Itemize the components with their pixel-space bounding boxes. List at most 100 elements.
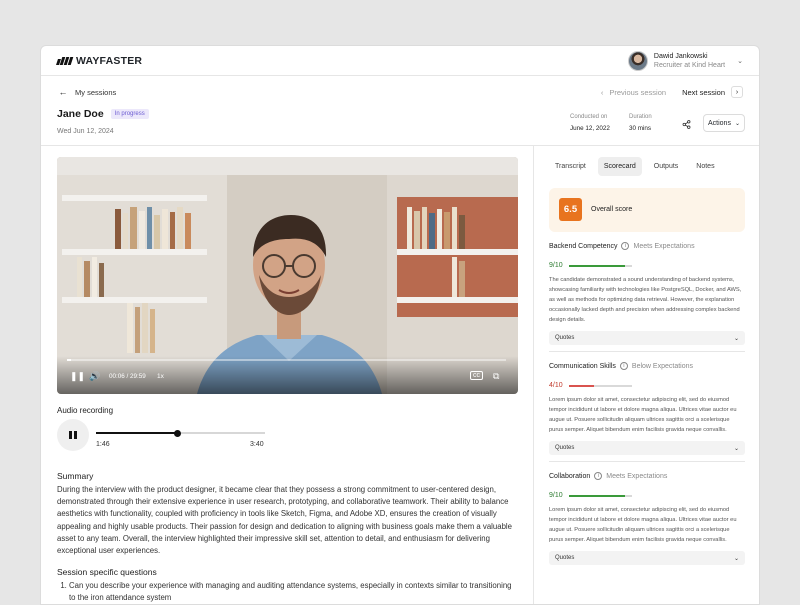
quotes-dropdown[interactable]: Quotes ⌄ [549, 551, 745, 565]
competency-status: Below Expectations [631, 362, 694, 370]
candidate-name: Jane Doe [57, 108, 104, 120]
competency-status: Meets Expectations [606, 472, 668, 480]
audio-scrub-handle[interactable] [173, 429, 181, 437]
user-role: Recruiter at Kind Heart [653, 61, 726, 69]
scorecard-panel: Transcript Scorecard Outputs Notes 6.5 O… [549, 157, 745, 565]
audio-track-fill [96, 432, 178, 434]
info-icon[interactable]: i [621, 242, 630, 250]
video-player[interactable]: ❚❚ 🔊 00:06 / 29:59 1x cc ⧉ [57, 157, 518, 394]
chevron-down-icon: ⌄ [734, 120, 740, 127]
competency-status: Meets Expectations [633, 242, 695, 250]
chevron-left-icon: ‹ [600, 87, 604, 97]
competency-text: The candidate demonstrated a sound under… [549, 277, 742, 323]
quotes-dropdown[interactable]: Quotes ⌄ [549, 331, 745, 345]
chevron-right-icon: › [731, 86, 743, 98]
competency-text: Lorem ipsum dolor sit amet, consectetur … [549, 397, 737, 433]
tab-outputs[interactable]: Outputs [648, 157, 685, 176]
duration-value: 30 mins [629, 125, 652, 132]
video-time: 00:06 / 29:59 [109, 373, 146, 380]
audio-player: 1:46 3:40 [57, 419, 518, 455]
tab-transcript[interactable]: Transcript [549, 157, 592, 176]
volume-icon[interactable]: 🔊 [89, 371, 100, 382]
summary-text: During the interview with the product de… [57, 485, 512, 556]
questions-title: Session specific questions [57, 567, 157, 578]
competency-score: 9/10 [549, 492, 563, 499]
conducted-on-value: June 12, 2022 [570, 125, 610, 132]
picture-in-picture-icon[interactable]: ⧉ [493, 371, 499, 382]
quotes-label: Quotes [555, 555, 575, 561]
previous-session-button[interactable]: ‹ Previous session [601, 88, 666, 97]
previous-session-label: Previous session [609, 87, 667, 97]
duration-label: Duration [629, 114, 652, 120]
audio-recording-label: Audio recording [57, 406, 114, 415]
info-icon[interactable]: i [619, 362, 628, 370]
tab-notes[interactable]: Notes [690, 157, 720, 176]
competency-communication: Communication Skills i Below Expectation… [549, 362, 745, 462]
actions-dropdown[interactable]: Actions ⌄ [703, 114, 745, 132]
list-item: Can you describe your experience with ma… [69, 580, 518, 604]
share-button[interactable] [677, 115, 695, 133]
actions-label: Actions [708, 119, 731, 127]
competency-text: Lorem ipsum dolor sit amet, consectetur … [549, 507, 737, 543]
tab-bar: Transcript Scorecard Outputs Notes [549, 157, 745, 176]
competency-collaboration: Collaboration i Meets Expectations 9/10 … [549, 472, 745, 565]
chevron-down-icon[interactable]: ⌄ [737, 57, 743, 65]
video-progress-fill [67, 359, 72, 361]
chevron-down-icon: ⌄ [733, 555, 739, 562]
main-panel: ❚❚ 🔊 00:06 / 29:59 1x cc ⧉ Audio recordi… [57, 157, 518, 604]
user-menu[interactable]: Dawid Jankowski Recruiter at Kind Heart … [627, 50, 743, 71]
info-icon[interactable]: i [594, 472, 603, 480]
competency-score: 9/10 [549, 262, 563, 269]
overall-score-card: 6.5 Overall score [549, 188, 745, 232]
competency-score-bar [568, 494, 632, 497]
pause-icon[interactable]: ❚❚ [70, 371, 85, 382]
logo-mark-icon [56, 56, 74, 65]
questions-list: Can you describe your experience with ma… [57, 580, 518, 604]
competency-title: Backend Competency [549, 242, 618, 250]
audio-total-time: 3:40 [250, 441, 264, 448]
pause-icon [69, 431, 72, 439]
quotes-label: Quotes [555, 335, 575, 341]
session-date: Wed Jun 12, 2024 [57, 128, 114, 135]
overall-score-label: Overall score [591, 206, 633, 213]
quotes-label: Quotes [555, 445, 575, 451]
competency-score-bar-fill [568, 264, 626, 267]
divider [549, 461, 745, 462]
video-controls: ❚❚ 🔊 00:06 / 29:59 1x cc ⧉ [57, 356, 518, 394]
arrow-left-icon[interactable]: ← [57, 86, 69, 98]
audio-track[interactable] [96, 429, 265, 437]
overall-score-value: 6.5 [559, 198, 582, 221]
session-nav: ‹ Previous session Next session › [601, 86, 743, 98]
divider [549, 351, 745, 352]
app-window: WAYFASTER Dawid Jankowski Recruiter at K… [40, 45, 760, 605]
audio-pause-button[interactable] [57, 419, 89, 451]
chevron-down-icon: ⌄ [733, 445, 739, 452]
summary-title: Summary [57, 471, 94, 481]
video-progress[interactable] [67, 359, 506, 361]
user-name: Dawid Jankowski [653, 52, 708, 60]
competency-score: 4/10 [549, 382, 563, 389]
quotes-dropdown[interactable]: Quotes ⌄ [549, 441, 745, 455]
panel-divider [533, 146, 534, 604]
duration: Duration 30 mins [629, 114, 652, 132]
competency-title: Communication Skills [549, 362, 616, 370]
top-bar: WAYFASTER Dawid Jankowski Recruiter at K… [41, 46, 759, 76]
competency-score-bar-fill [568, 384, 594, 387]
conducted-on: Conducted on June 12, 2022 [570, 114, 610, 132]
share-icon [682, 119, 690, 129]
competency-backend: Backend Competency i Meets Expectations … [549, 242, 745, 352]
competency-title: Collaboration [549, 472, 591, 480]
status-badge: In progress [110, 109, 149, 119]
next-session-label: Next session [682, 87, 725, 97]
logo[interactable]: WAYFASTER [56, 54, 143, 67]
playback-speed[interactable]: 1x [157, 373, 164, 380]
brand-name: WAYFASTER [76, 54, 143, 67]
competency-score-bar [568, 384, 632, 387]
session-header: ← My sessions Jane Doe In progress Wed J… [41, 76, 759, 146]
captions-icon[interactable]: cc [470, 371, 483, 380]
back-link[interactable]: ← My sessions [57, 86, 117, 98]
next-session-button[interactable]: Next session › [682, 86, 743, 98]
tab-scorecard[interactable]: Scorecard [597, 157, 642, 176]
competency-score-bar-fill [568, 494, 626, 497]
audio-current-time: 1:46 [96, 441, 110, 448]
